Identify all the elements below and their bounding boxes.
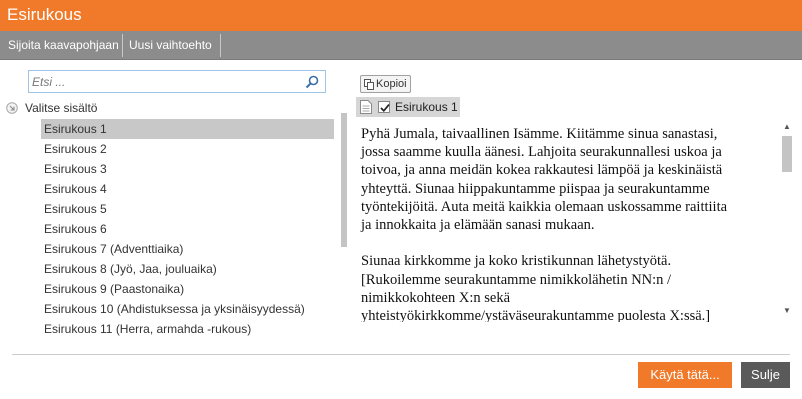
tree-scrollbar-thumb[interactable] [341, 113, 347, 247]
document-scrollbar-thumb[interactable] [782, 136, 792, 172]
collapse-arrow-icon[interactable] [6, 102, 18, 114]
text-line: yhteistyökirkkomme/ystäväseurakuntamme p… [361, 308, 711, 322]
new-option-button[interactable]: Uusi vaihtoehto [129, 31, 212, 59]
tree-item[interactable]: Esirukous 9 (Paastonaika) [41, 279, 334, 299]
toolbar-separator [122, 34, 123, 57]
tree-item[interactable]: Esirukous 1 [41, 119, 334, 139]
copy-icon [364, 78, 374, 90]
toolbar-separator [220, 34, 221, 57]
search-icon[interactable] [305, 75, 319, 89]
text-line [361, 234, 780, 252]
text-line: toivoa, ja anna meidän kokea rakkautesi … [361, 162, 723, 179]
tree-item[interactable]: Esirukous 10 (Ahdistuksessa ja yksinäisy… [41, 299, 334, 319]
window-title: Esirukous [7, 5, 82, 24]
tree-root[interactable]: Valitse sisältö [6, 100, 97, 116]
document-checkbox[interactable] [378, 101, 390, 113]
scroll-up-icon[interactable]: ▲ [783, 122, 791, 131]
document-scrollbar[interactable]: ▲ ▼ [780, 118, 796, 322]
use-this-button[interactable]: Käytä tätä... [638, 362, 732, 388]
search-input[interactable] [32, 73, 302, 90]
text-line: Pyhä Jumala, taivaallinen Isämme. Kiitäm… [361, 126, 718, 142]
text-line: työntekijöitä. Auta meitä kaikkia olemaa… [361, 198, 728, 215]
document-title: Esirukous 1 [395, 100, 458, 114]
tree-scrollbar[interactable] [340, 97, 347, 341]
search-box [28, 70, 326, 93]
text-line: nimikkokohteen X:n sekä [361, 289, 511, 306]
tree-root-label: Valitse sisältö [25, 101, 98, 115]
tree-item[interactable]: Esirukous 4 [41, 179, 334, 199]
tree-item[interactable]: Esirukous 2 [41, 139, 334, 159]
footer-divider [12, 354, 790, 355]
tree-item[interactable]: Esirukous 3 [41, 159, 334, 179]
tree-item[interactable]: Esirukous 6 [41, 219, 334, 239]
tree-item[interactable]: Esirukous 8 (Jyö, Jaa, jouluaika) [41, 259, 334, 279]
tree-item[interactable]: Esirukous 11 (Herra, armahda -rukous) [41, 319, 334, 339]
title-bar: Esirukous [0, 0, 802, 31]
text-line: jossa saamme kuulla äänesi. Lahjoita seu… [361, 144, 722, 161]
scroll-down-icon[interactable]: ▼ [783, 306, 791, 315]
text-line: ja innokkaita ja elämään sanasi mukaan. [361, 217, 595, 234]
tree-item[interactable]: Esirukous 5 [41, 199, 334, 219]
text-line: yhteyttä. Siunaa hiippakuntamme piispaa … [361, 180, 710, 197]
content-tree: Valitse sisältö Esirukous 1 Esirukous 2 … [0, 97, 348, 341]
tree-item[interactable]: Esirukous 7 (Adventtiaika) [41, 239, 334, 259]
text-line: [Rukoilemme seurakuntamme nimikkolähetin… [361, 271, 672, 288]
copy-button-label: Kopioi [376, 78, 407, 90]
tree-list: Esirukous 1 Esirukous 2 Esirukous 3 Esir… [41, 119, 334, 339]
close-button[interactable]: Sulje [741, 362, 790, 388]
document-text: Pyhä Jumala, taivaallinen Isämme. Kiitäm… [356, 118, 780, 322]
insert-into-template-button[interactable]: Sijoita kaavapohjaan [8, 31, 119, 59]
checkmark-icon [380, 104, 390, 113]
document-header: Esirukous 1 [356, 97, 460, 117]
text-line: Siunaa kirkkomme ja koko kristikunnan lä… [361, 253, 672, 270]
document-icon [360, 100, 372, 114]
toolbar: Sijoita kaavapohjaan Uusi vaihtoehto [0, 31, 802, 60]
copy-button[interactable]: Kopioi [360, 75, 411, 93]
